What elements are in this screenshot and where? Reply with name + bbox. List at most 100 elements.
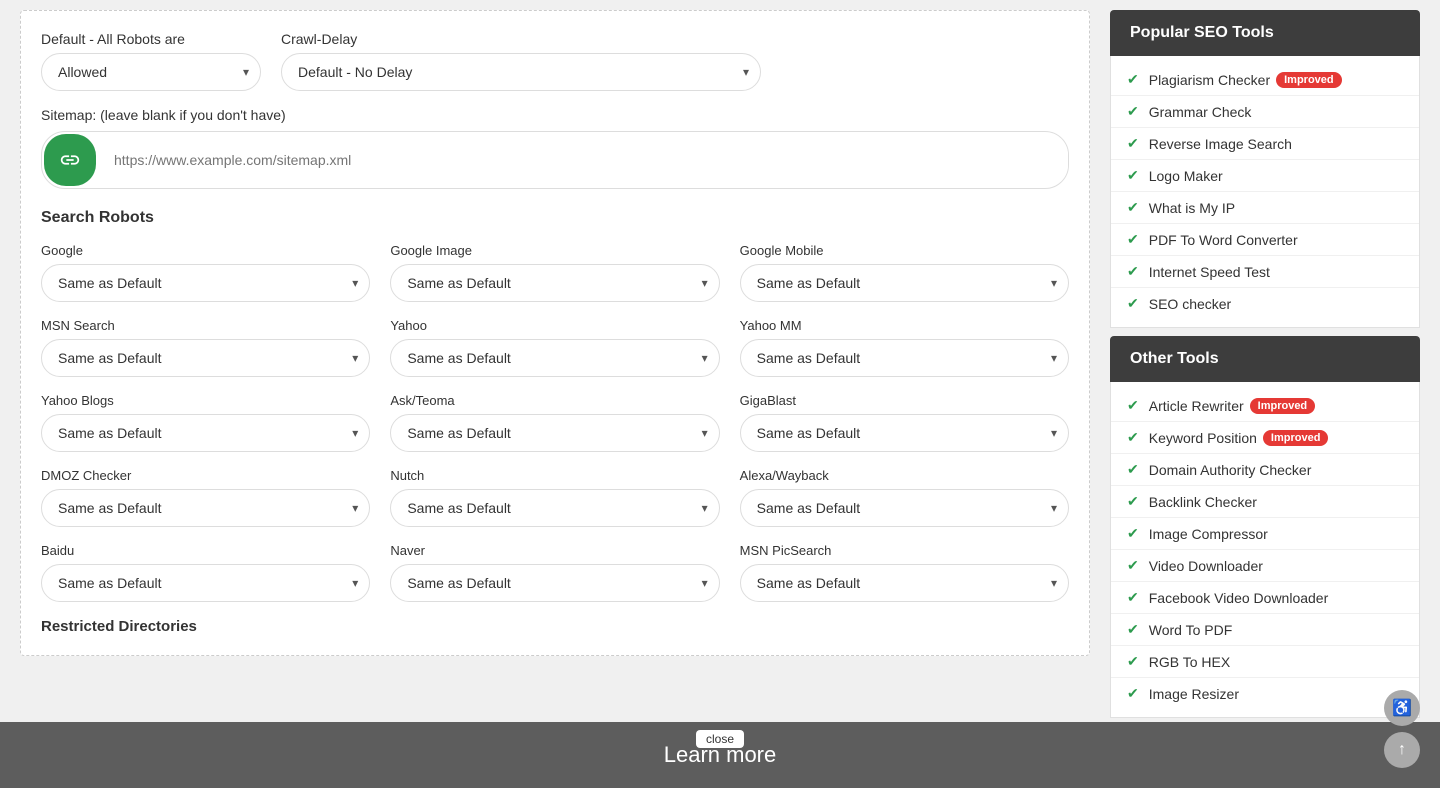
other-tool-item-5[interactable]: ✔ Video Downloader — [1111, 550, 1419, 582]
other-tool-item-7[interactable]: ✔Word To PDF — [1111, 614, 1419, 646]
robot-field-9: DMOZ Checker Same as Default ▾ — [41, 468, 370, 527]
robot-select-wrapper-9[interactable]: Same as Default ▾ — [41, 489, 370, 527]
robot-select-wrapper-13[interactable]: Same as Default ▾ — [390, 564, 719, 602]
robot-select-wrapper-2[interactable]: Same as Default ▾ — [740, 264, 1069, 302]
other-tool-label-1: Keyword Position — [1149, 430, 1257, 446]
other-badge-1: Improved — [1263, 430, 1329, 446]
sitemap-icon — [44, 134, 96, 186]
robot-select-9[interactable]: Same as Default — [41, 489, 370, 527]
tool-label-0: Plagiarism Checker — [1149, 72, 1270, 88]
robot-select-13[interactable]: Same as Default — [390, 564, 719, 602]
popular-tool-item-3[interactable]: ✔ Logo Maker — [1111, 160, 1419, 192]
robot-select-12[interactable]: Same as Default — [41, 564, 370, 602]
tool-label-3: Logo Maker — [1149, 168, 1223, 184]
other-tool-label-9: Image Resizer — [1149, 686, 1239, 702]
tool-label-1: Grammar Check — [1149, 104, 1252, 120]
robot-label-11: Alexa/Wayback — [740, 468, 1069, 483]
popular-tool-item-2[interactable]: ✔Reverse Image Search — [1111, 128, 1419, 160]
check-icon-7: ✔ — [1127, 295, 1139, 312]
robot-select-3[interactable]: Same as Default — [41, 339, 370, 377]
robot-label-12: Baidu — [41, 543, 370, 558]
tool-label-6: Internet Speed Test — [1149, 264, 1270, 280]
robot-field-1: Google Image Same as Default ▾ — [390, 243, 719, 302]
tool-label-7: SEO checker — [1149, 296, 1231, 312]
robot-select-10[interactable]: Same as Default — [390, 489, 719, 527]
robot-select-7[interactable]: Same as Default — [390, 414, 719, 452]
robot-select-wrapper-6[interactable]: Same as Default ▾ — [41, 414, 370, 452]
robot-select-8[interactable]: Same as Default — [740, 414, 1069, 452]
robot-field-11: Alexa/Wayback Same as Default ▾ — [740, 468, 1069, 527]
popular-tool-item-4[interactable]: ✔ What is My IP — [1111, 192, 1419, 224]
robot-label-7: Ask/Teoma — [390, 393, 719, 408]
check-icon-3: ✔ — [1127, 167, 1139, 184]
robot-select-2[interactable]: Same as Default — [740, 264, 1069, 302]
robot-select-wrapper-14[interactable]: Same as Default ▾ — [740, 564, 1069, 602]
scroll-up-button[interactable]: ↑ — [1384, 732, 1420, 768]
popular-seo-tools-header: Popular SEO Tools — [1110, 10, 1420, 56]
close-button[interactable]: close — [696, 730, 744, 748]
check-icon-5: ✔ — [1127, 231, 1139, 248]
accessibility-button[interactable]: ♿ — [1384, 690, 1420, 726]
robot-select-0[interactable]: Same as Default — [41, 264, 370, 302]
other-tool-item-2[interactable]: ✔Domain Authority Checker — [1111, 454, 1419, 486]
other-tool-item-0[interactable]: ✔Article RewriterImproved — [1111, 390, 1419, 422]
popular-tool-item-0[interactable]: ✔Plagiarism CheckerImproved — [1111, 64, 1419, 96]
other-tool-item-1[interactable]: ✔Keyword PositionImproved — [1111, 422, 1419, 454]
scroll-buttons: ♿ ↑ — [1384, 690, 1420, 768]
check-icon-4: ✔ — [1127, 199, 1139, 216]
robot-field-6: Yahoo Blogs Same as Default ▾ — [41, 393, 370, 452]
main-content: Default - All Robots are Allowed ▾ Crawl… — [20, 10, 1090, 656]
robot-select-11[interactable]: Same as Default — [740, 489, 1069, 527]
robot-select-wrapper-10[interactable]: Same as Default ▾ — [390, 489, 719, 527]
robot-select-wrapper-8[interactable]: Same as Default ▾ — [740, 414, 1069, 452]
other-tool-item-3[interactable]: ✔Backlink Checker — [1111, 486, 1419, 518]
robot-select-4[interactable]: Same as Default — [390, 339, 719, 377]
default-robots-select-wrapper[interactable]: Allowed ▾ — [41, 53, 261, 91]
robot-select-wrapper-3[interactable]: Same as Default ▾ — [41, 339, 370, 377]
default-robots-select[interactable]: Allowed — [41, 53, 261, 91]
robot-select-14[interactable]: Same as Default — [740, 564, 1069, 602]
other-tools-list: ✔Article RewriterImproved ✔ Keyword Positi… — [1110, 382, 1420, 718]
crawl-delay-group: Crawl-Delay Default - No Delay ▾ — [281, 31, 761, 91]
other-tool-label-7: Word To PDF — [1149, 622, 1233, 638]
other-check-icon-5: ✔ — [1127, 557, 1139, 574]
popular-tool-item-5[interactable]: ✔ PDF To Word Converter — [1111, 224, 1419, 256]
robot-select-6[interactable]: Same as Default — [41, 414, 370, 452]
other-tool-item-8[interactable]: ✔RGB To HEX — [1111, 646, 1419, 678]
popular-tool-item-1[interactable]: ✔ Grammar Check — [1111, 96, 1419, 128]
restricted-title: Restricted Directories — [41, 618, 1069, 635]
crawl-delay-select-wrapper[interactable]: Default - No Delay ▾ — [281, 53, 761, 91]
other-tool-item-9[interactable]: ✔Image Resizer — [1111, 678, 1419, 709]
tool-label-4: What is My IP — [1149, 200, 1235, 216]
other-tool-label-2: Domain Authority Checker — [1149, 462, 1312, 478]
crawl-delay-select[interactable]: Default - No Delay — [281, 53, 761, 91]
other-tool-label-5: Video Downloader — [1149, 558, 1263, 574]
sitemap-input[interactable] — [98, 138, 1068, 182]
robot-select-wrapper-7[interactable]: Same as Default ▾ — [390, 414, 719, 452]
robot-select-5[interactable]: Same as Default — [740, 339, 1069, 377]
other-tool-item-6[interactable]: ✔ Facebook Video Downloader — [1111, 582, 1419, 614]
robot-field-2: Google Mobile Same as Default ▾ — [740, 243, 1069, 302]
other-tool-label-6: Facebook Video Downloader — [1149, 590, 1329, 606]
tool-label-2: Reverse Image Search — [1149, 136, 1292, 152]
robot-select-wrapper-12[interactable]: Same as Default ▾ — [41, 564, 370, 602]
robot-field-12: Baidu Same as Default ▾ — [41, 543, 370, 602]
robot-select-wrapper-11[interactable]: Same as Default ▾ — [740, 489, 1069, 527]
robot-field-14: MSN PicSearch Same as Default ▾ — [740, 543, 1069, 602]
robot-select-wrapper-5[interactable]: Same as Default ▾ — [740, 339, 1069, 377]
other-tool-item-4[interactable]: ✔Image Compressor — [1111, 518, 1419, 550]
popular-tool-item-6[interactable]: ✔Internet Speed Test — [1111, 256, 1419, 288]
other-check-icon-3: ✔ — [1127, 493, 1139, 510]
tool-label-5: PDF To Word Converter — [1149, 232, 1298, 248]
robot-field-3: MSN Search Same as Default ▾ — [41, 318, 370, 377]
robot-select-wrapper-4[interactable]: Same as Default ▾ — [390, 339, 719, 377]
popular-tool-item-7[interactable]: ✔ SEO checker — [1111, 288, 1419, 319]
robot-label-2: Google Mobile — [740, 243, 1069, 258]
robot-label-14: MSN PicSearch — [740, 543, 1069, 558]
robot-field-0: Google Same as Default ▾ — [41, 243, 370, 302]
robot-select-1[interactable]: Same as Default — [390, 264, 719, 302]
robot-select-wrapper-1[interactable]: Same as Default ▾ — [390, 264, 719, 302]
robot-select-wrapper-0[interactable]: Same as Default ▾ — [41, 264, 370, 302]
check-icon-1: ✔ — [1127, 103, 1139, 120]
other-check-icon-6: ✔ — [1127, 589, 1139, 606]
